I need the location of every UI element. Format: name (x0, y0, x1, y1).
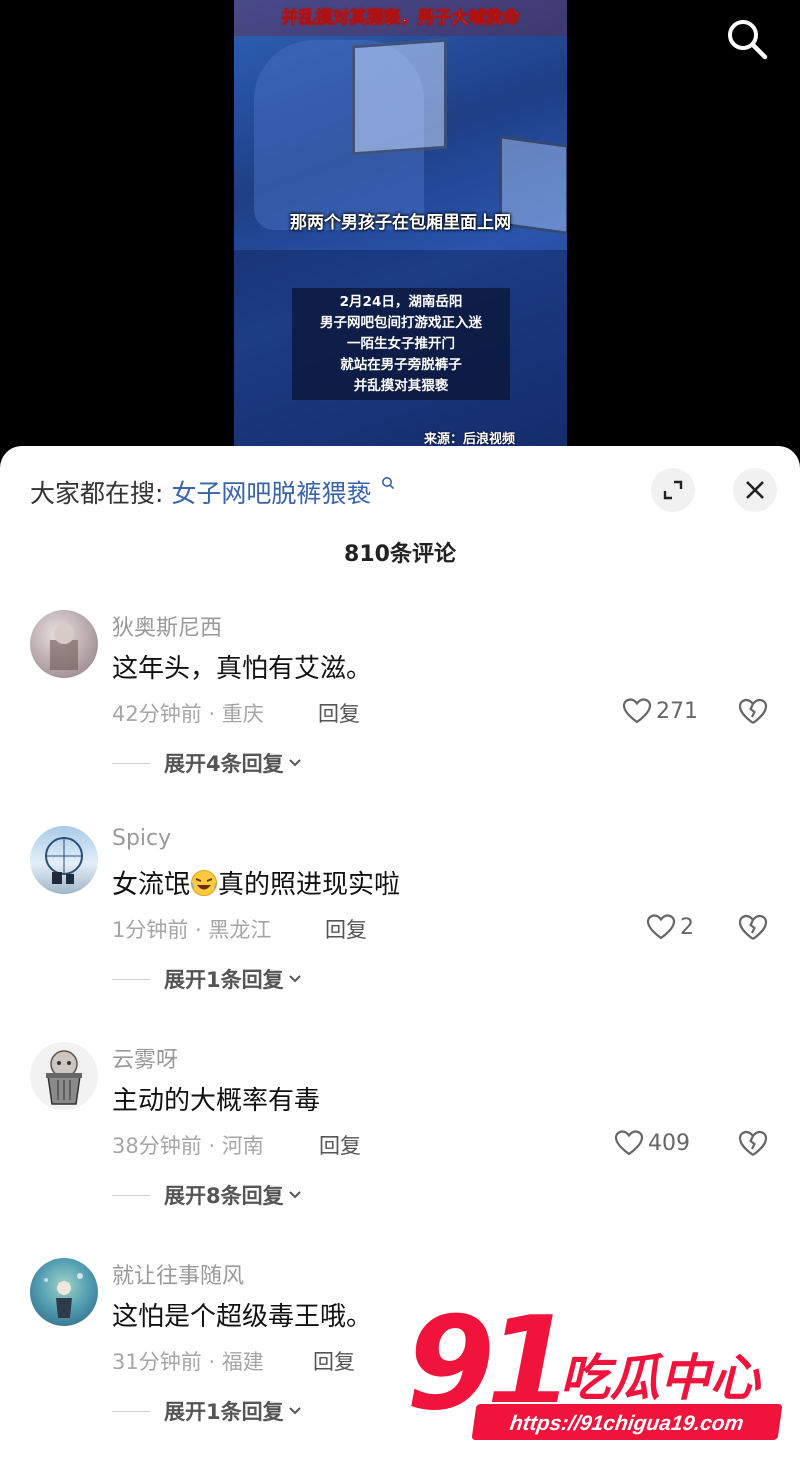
trending-search-bar[interactable]: 大家都在搜: 女子网吧脱裤猥亵 (30, 474, 395, 510)
search-small-icon (382, 477, 395, 490)
divider (112, 762, 150, 764)
expand-replies-button[interactable]: 展开1条回复 (112, 964, 302, 994)
divider (112, 1410, 150, 1412)
expand-replies-button[interactable]: 展开4条回复 (112, 748, 302, 778)
comment-text-part: 女流氓 (112, 870, 191, 900)
video-subtitle: 那两个男孩子在包厢里面上网 (290, 213, 511, 233)
trending-search-term[interactable]: 女子网吧脱裤猥亵 (171, 479, 371, 508)
comment-text: 这年头，真怕有艾滋。 (112, 654, 373, 684)
expand-replies-label: 展开8条回复 (164, 1184, 284, 1208)
video-info-line: 并乱摸对其猥亵 (353, 378, 449, 394)
comment-meta: 38分钟前 · 河南 (112, 1134, 264, 1158)
comment-username[interactable]: 就让往事随风 (112, 1258, 244, 1290)
broken-heart-icon (738, 1130, 768, 1156)
reply-button[interactable]: 回复 (319, 1130, 361, 1160)
trending-search-prefix: 大家都在搜: (30, 479, 164, 508)
broken-heart-icon (738, 914, 768, 940)
expand-replies-button[interactable]: 展开8条回复 (112, 1180, 302, 1210)
comment-meta: 31分钟前 · 福建 (112, 1350, 264, 1374)
expand-replies-label: 展开4条回复 (164, 752, 284, 776)
dislike-button[interactable] (738, 912, 768, 942)
comment-username[interactable]: 狄奥斯尼西 (112, 610, 222, 642)
like-button[interactable]: 409 (614, 1128, 690, 1158)
expand-sheet-button[interactable] (651, 468, 695, 512)
chevron-down-icon (288, 975, 301, 983)
reply-button[interactable]: 回复 (325, 914, 367, 944)
watermark-name: 吃瓜中心 (560, 1349, 760, 1407)
chevron-down-icon (288, 1407, 301, 1415)
like-count: 409 (648, 1130, 690, 1156)
chevron-down-icon (288, 1191, 301, 1199)
laughing-crying-emoji-icon (191, 870, 218, 896)
site-watermark: 91 吃瓜中心 https://91chigua19.com (400, 1290, 800, 1456)
search-button[interactable] (724, 16, 770, 62)
reply-button[interactable]: 回复 (318, 698, 360, 728)
heart-icon (622, 698, 652, 724)
dislike-button[interactable] (738, 1128, 768, 1158)
close-sheet-button[interactable] (733, 468, 777, 512)
expand-icon (663, 480, 683, 500)
video-info-line: 一陌生女子推开门 (347, 336, 455, 352)
expand-replies-label: 展开1条回复 (164, 968, 284, 992)
heart-icon (646, 914, 676, 940)
close-icon (746, 481, 764, 499)
video-scene-monitor (352, 38, 447, 156)
video-source-label: 来源：后浪视频 (423, 432, 515, 447)
expand-replies-button[interactable]: 展开1条回复 (112, 1396, 302, 1426)
comment-username[interactable]: 云雾呀 (112, 1042, 178, 1074)
comment-meta: 1分钟前 · 黑龙江 (112, 918, 272, 942)
avatar[interactable] (30, 826, 98, 894)
comment-text: 这怕是个超级毒王哦。 (112, 1302, 373, 1332)
divider (112, 1194, 150, 1196)
like-button[interactable]: 271 (622, 696, 698, 726)
video-info-line: 就站在男子旁脱裤子 (340, 357, 462, 373)
comment-item: 狄奥斯尼西 这年头，真怕有艾滋。 42分钟前 · 重庆 回复 271 展开4条回… (0, 610, 800, 810)
video-frame: 并乱摸对其猥亵，男子大喊救命 那两个男孩子在包厢里面上网 2月24日，湖南岳阳 … (234, 0, 567, 450)
reply-button[interactable]: 回复 (313, 1346, 355, 1376)
like-count: 2 (680, 914, 694, 940)
divider (112, 978, 150, 980)
expand-replies-label: 展开1条回复 (164, 1400, 284, 1424)
comment-item: Spicy 女流氓 真的照进现实啦 1分钟前 · 黑龙江 回复 2 展开1条回复 (0, 826, 800, 1026)
comment-meta: 42分钟前 · 重庆 (112, 702, 264, 726)
comment-text: 主动的大概率有毒 (112, 1086, 321, 1116)
video-info-line: 2月24日，湖南岳阳 (339, 294, 463, 310)
avatar[interactable] (30, 1042, 98, 1110)
video-player[interactable]: 并乱摸对其猥亵，男子大喊救命 那两个男孩子在包厢里面上网 2月24日，湖南岳阳 … (0, 0, 800, 450)
like-count: 271 (656, 698, 698, 724)
broken-heart-icon (738, 698, 768, 724)
comment-count: 810条评论 (344, 542, 456, 567)
comment-item: 云雾呀 主动的大概率有毒 38分钟前 · 河南 回复 409 展开8条回复 (0, 1042, 800, 1242)
comment-username[interactable]: Spicy (112, 826, 171, 851)
chevron-down-icon (288, 759, 301, 767)
avatar[interactable] (30, 1258, 98, 1326)
comment-text: 女流氓 真的照进现实啦 (112, 864, 400, 901)
watermark-url: https://91chigua19.com (469, 1402, 785, 1442)
comment-text-part: 真的照进现实啦 (218, 870, 401, 900)
like-button[interactable]: 2 (646, 912, 694, 942)
search-icon (728, 20, 768, 60)
heart-icon (614, 1130, 644, 1156)
dislike-button[interactable] (738, 696, 768, 726)
avatar[interactable] (30, 610, 98, 678)
video-info-line: 男子网吧包间打游戏正入迷 (320, 315, 482, 331)
video-info-box: 2月24日，湖南岳阳 男子网吧包间打游戏正入迷 一陌生女子推开门 就站在男子旁脱… (292, 288, 510, 400)
video-top-caption: 并乱摸对其猥亵，男子大喊救命 (234, 0, 567, 36)
